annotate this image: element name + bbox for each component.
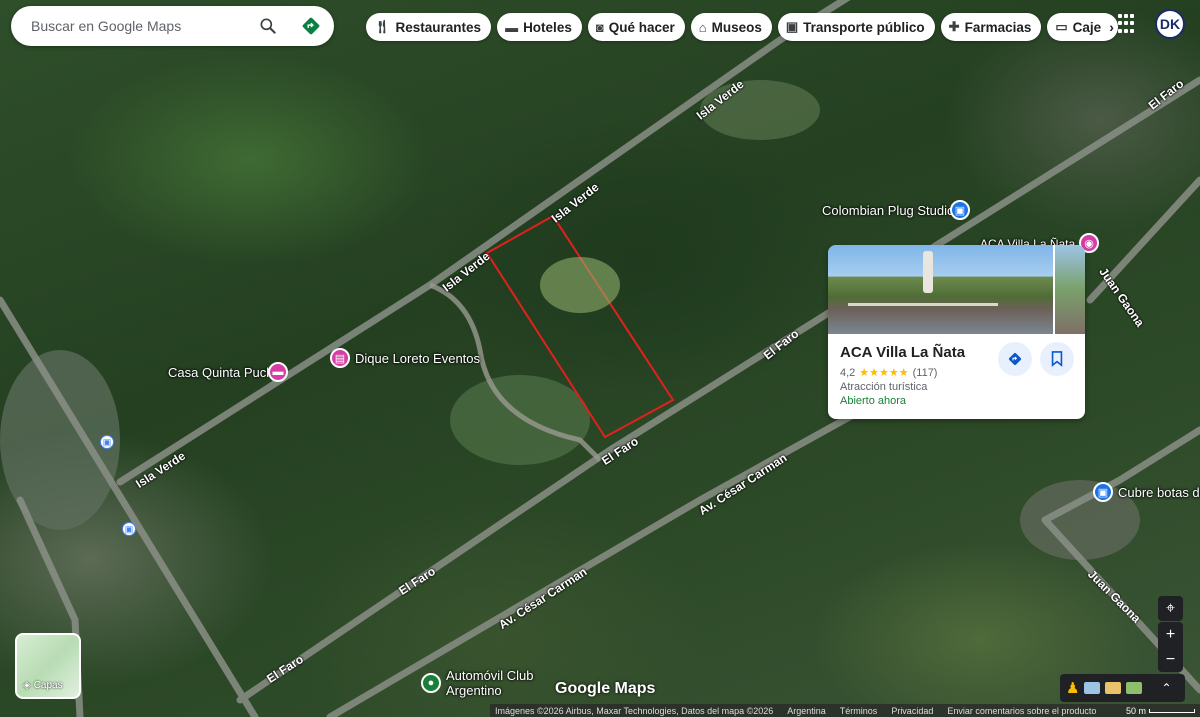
chip-transit[interactable]: ▣ Transporte público [777,13,935,41]
atm-icon: ▭ [1055,19,1068,34]
imagery-thumb[interactable] [1084,682,1101,694]
terms-link[interactable]: Términos [840,706,878,716]
chip-things-to-do[interactable]: ◙ Qué hacer [587,13,685,41]
rating-stars-icon: ★★★★★ [859,367,909,379]
layers-icon: ◈ [23,680,31,691]
imagery-credit: Imágenes ©2026 Airbus, Maxar Technologie… [495,705,774,716]
poi-label-colombian-plug[interactable]: Colombian Plug Studio [822,203,954,218]
poi-label-automovil-club[interactable]: Automóvil Club Argentino [446,668,536,698]
bookmark-icon [1051,351,1063,367]
apps-grid-icon[interactable] [1118,14,1138,34]
place-status: Abierto ahora [840,395,907,407]
google-maps-logo: Google Maps [555,680,656,697]
directions-icon [1008,352,1022,366]
place-title[interactable]: ACA Villa La Ñata [840,344,1073,361]
car-service-icon[interactable]: ● [421,673,441,693]
imagery-thumb[interactable] [1105,682,1122,694]
poi-label-cubre-botas[interactable]: Cubre botas de [1118,485,1200,500]
poi-label-dique-loreto[interactable]: Dique Loreto Eventos [355,351,480,366]
feedback-link[interactable]: Enviar comentarios sobre el producto [947,706,1096,716]
chip-pharmacies[interactable]: ✚ Farmacias [940,13,1042,41]
event-icon[interactable]: ▤ [330,348,350,368]
search-input[interactable] [31,18,251,34]
zoom-out-button[interactable]: − [1158,647,1183,672]
map-tools-bar: ♟ ⌃ [1060,674,1185,702]
poi-label-casa-quinta[interactable]: Casa Quinta Puck [168,365,273,380]
search-icon[interactable] [258,16,278,36]
chip-atm[interactable]: ▭ Caje › [1047,13,1118,41]
bus-stop-icon[interactable]: ▣ [122,522,136,536]
museum-icon: ⌂ [698,19,707,35]
crosshair-icon: ⌖ [1165,599,1175,617]
search-box[interactable] [11,6,334,46]
camera-icon: ◙ [595,19,604,35]
shopping-bag-icon[interactable]: ▣ [950,200,970,220]
attribution-bar: Imágenes ©2026 Airbus, Maxar Technologie… [490,704,1200,717]
avatar[interactable]: DK [1155,9,1185,39]
transit-icon: ▣ [785,19,799,34]
country-link[interactable]: Argentina [787,706,826,716]
chip-museums[interactable]: ⌂ Museos [690,13,772,41]
pharmacy-icon: ✚ [948,19,960,34]
place-photo[interactable] [828,245,1085,334]
save-button[interactable] [1040,342,1074,376]
chip-hotels[interactable]: ▬ Hoteles [497,13,582,41]
shopping-bag-icon[interactable]: ▣ [1093,482,1113,502]
imagery-thumb[interactable] [1126,682,1143,694]
chevron-right-icon[interactable]: › [1109,19,1114,35]
place-category: Atracción turística [840,381,928,393]
zoom-controls: + − [1158,622,1183,672]
bed-icon: ▬ [505,19,519,35]
privacy-link[interactable]: Privacidad [891,706,933,716]
zoom-in-button[interactable]: + [1158,622,1183,647]
fork-knife-icon: 🍴︎ [374,19,391,34]
directions-button[interactable] [998,342,1032,376]
bus-stop-icon[interactable]: ▣ [100,435,114,449]
my-location-button[interactable]: ⌖ [1158,596,1183,621]
layers-button[interactable]: ◈ Capas [15,633,81,699]
scale-bar[interactable]: 50 m [1126,706,1195,716]
place-card[interactable]: ACA Villa La Ñata 4,2 ★★★★★ (117) Atracc… [828,245,1085,419]
hotel-icon[interactable]: ▬ [268,362,288,382]
category-chips: 🍴︎ Restaurantes ▬ Hoteles ◙ Qué hacer ⌂ Muse… [366,13,1118,41]
place-rating: 4,2 ★★★★★ (117) [840,366,938,380]
directions-icon[interactable] [300,15,322,37]
chip-restaurants[interactable]: 🍴︎ Restaurantes [366,13,492,41]
expand-up-icon[interactable]: ⌃ [1161,681,1171,695]
pegman-icon[interactable]: ♟ [1066,679,1079,697]
